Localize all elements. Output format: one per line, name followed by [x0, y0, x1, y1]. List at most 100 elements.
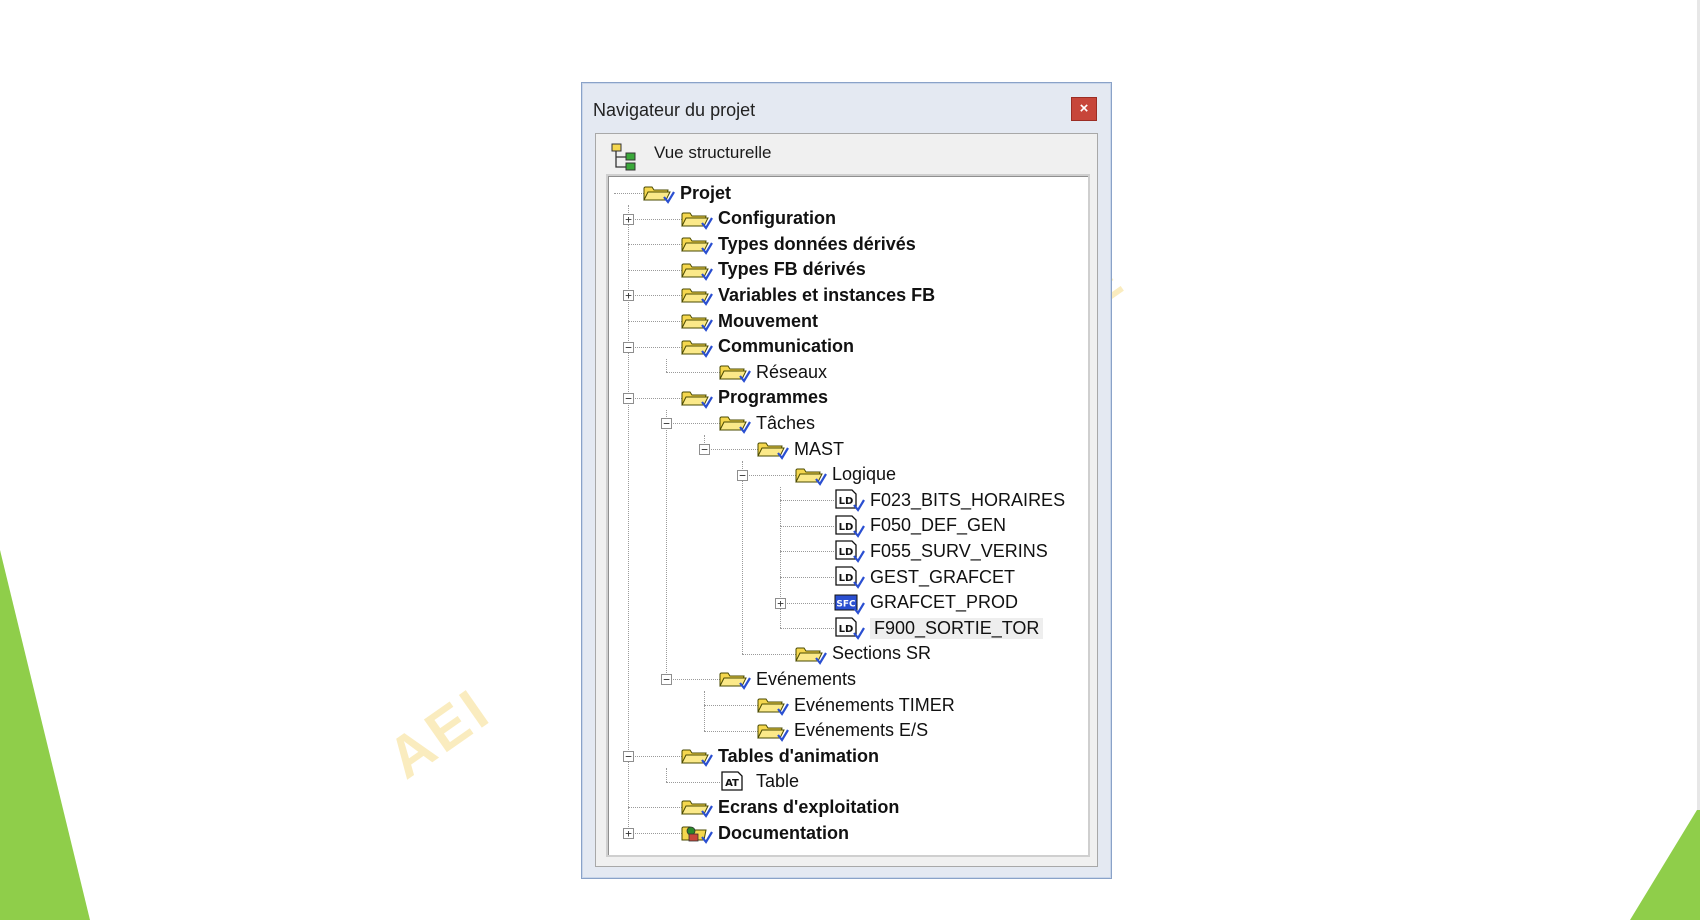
- tree-node-variables-instances-fb[interactable]: Variables et instances FB: [680, 283, 935, 307]
- tree-node-projet[interactable]: Projet: [642, 181, 731, 205]
- tree-node-ecrans-exploitation[interactable]: Ecrans d'exploitation: [680, 795, 899, 819]
- sfc-icon: SFC: [832, 591, 866, 615]
- decorative-green-triangle-left: [0, 550, 90, 920]
- tree-node-documentation[interactable]: Documentation: [680, 821, 849, 845]
- tree-node-mast[interactable]: MAST: [756, 437, 844, 461]
- tree-node-label: Evénements: [756, 668, 857, 689]
- tree-connector-line: [780, 500, 781, 526]
- tree-connector-line: [666, 423, 667, 680]
- expand-icon[interactable]: +: [623, 828, 634, 839]
- tree-node-label: Projet: [680, 182, 732, 203]
- tree-node-label: Documentation: [718, 822, 850, 843]
- tree-node-label: F023_BITS_HORAIRES: [870, 489, 1066, 510]
- tree-node-label: F050_DEF_GEN: [870, 515, 1007, 536]
- window-title: Navigateur du projet: [593, 100, 756, 120]
- collapse-icon[interactable]: −: [623, 341, 634, 353]
- close-icon: ×: [1079, 100, 1089, 117]
- collapse-icon[interactable]: −: [699, 444, 710, 455]
- decorative-green-triangle-right: [1630, 805, 1700, 920]
- tree-node-reseaux[interactable]: Réseaux: [718, 360, 827, 384]
- tree-node-programmes[interactable]: Programmes: [680, 386, 828, 410]
- ld-icon: LD: [832, 565, 866, 589]
- tree-node-mouvement[interactable]: Mouvement: [680, 309, 818, 333]
- tree-node-gest-grafcet[interactable]: LD GEST_GRAFCET: [832, 565, 1015, 589]
- tree-connector-line: [666, 781, 720, 783]
- folder-icon: [680, 207, 714, 231]
- tree-node-label: Types données dérivés: [718, 233, 916, 254]
- tree-connector-line: [628, 244, 629, 270]
- tree-connector-line: [628, 397, 629, 757]
- tree-connector-line: [666, 372, 720, 374]
- tree-node-label: Types FB dérivés: [718, 259, 866, 280]
- structural-view-header[interactable]: Vue structurelle: [596, 134, 1097, 171]
- tree-connector-line: [704, 730, 758, 732]
- tree-node-label: Programmes: [718, 387, 829, 408]
- tree-node-types-donnees-derives[interactable]: Types données dérivés: [680, 232, 916, 256]
- tree-connector-line: [628, 244, 682, 246]
- tree-node-evenements-timer[interactable]: Evénements TIMER: [756, 693, 955, 717]
- tree-node-label: Tables d'animation: [718, 745, 879, 766]
- tree-node-taches[interactable]: Tâches: [718, 411, 815, 435]
- collapse-icon[interactable]: −: [737, 469, 748, 481]
- expand-icon[interactable]: +: [623, 213, 634, 225]
- folder-icon: [680, 744, 714, 768]
- tree-node-evenements-es[interactable]: Evénements E/S: [756, 719, 928, 743]
- svg-text:LD: LD: [839, 547, 854, 558]
- tree-node-f055-surv-verins[interactable]: LD F055_SURV_VERINS: [832, 539, 1048, 564]
- tree-connector-line: [780, 525, 834, 527]
- tree-node-communication[interactable]: Communication: [680, 335, 854, 359]
- tree-connector-line: [628, 269, 682, 271]
- tree-connector-line: [628, 295, 682, 297]
- tree-node-f050-def-gen[interactable]: LD F050_DEF_GEN: [832, 514, 1006, 538]
- svg-text:LD: LD: [839, 624, 854, 635]
- tree-node-tables-animation[interactable]: Tables d'animation: [680, 744, 879, 768]
- tree-node-f023-bits-horaires[interactable]: LD F023_BITS_HORAIRES: [832, 488, 1066, 513]
- tree-connector-line: [614, 193, 644, 194]
- collapse-icon[interactable]: −: [623, 392, 634, 404]
- tree-connector-line: [666, 679, 720, 681]
- tree-connector-line: [628, 807, 682, 809]
- tree-node-configuration[interactable]: Configuration: [680, 207, 836, 231]
- folder-icon: [642, 181, 676, 205]
- collapse-icon[interactable]: −: [661, 418, 672, 430]
- window-titlebar[interactable]: Navigateur du projet ×: [582, 83, 1111, 123]
- tree-node-types-fb-derives[interactable]: Types FB dérivés: [680, 258, 866, 282]
- tree-connector-line: [780, 628, 834, 630]
- tree-node-evenements[interactable]: Evénements: [718, 667, 856, 691]
- tree-node-label: Communication: [718, 336, 855, 357]
- folder-icon: [680, 283, 714, 307]
- tree-node-f900-sortie-tor[interactable]: LD F900_SORTIE_TOR: [832, 616, 1044, 641]
- close-button[interactable]: ×: [1071, 97, 1097, 121]
- tree-node-grafcet-prod[interactable]: SFC GRAFCET_PROD: [832, 591, 1018, 615]
- tree-node-label: F900_SORTIE_TOR: [870, 617, 1044, 639]
- tree-node-logique[interactable]: Logique: [794, 463, 896, 487]
- tree-connector-line: [704, 691, 705, 705]
- tree-connector-line: [628, 833, 682, 834]
- expand-icon[interactable]: +: [775, 597, 786, 609]
- tree-connector-line: [780, 551, 834, 553]
- tree-connector-line: [704, 705, 705, 731]
- tree-node-label: Logique: [832, 464, 897, 485]
- tree-connector-line: [666, 423, 720, 425]
- doc-icon: [680, 821, 714, 845]
- svg-text:LD: LD: [839, 522, 854, 533]
- watermark-text-left: AEI: [376, 675, 503, 792]
- at-icon: AT: [718, 770, 752, 794]
- tree-node-label: MAST: [794, 438, 845, 459]
- tree-node-label: Evénements E/S: [794, 720, 929, 741]
- folder-icon: [718, 667, 752, 691]
- tree-content: Projet Configuration + Types données dérivé…: [608, 176, 1088, 855]
- tree-node-sections-sr[interactable]: Sections SR: [794, 642, 931, 666]
- tree-node-label: Configuration: [718, 208, 836, 229]
- tree-connector-line: [628, 218, 682, 220]
- folder-icon: [680, 795, 714, 819]
- collapse-icon[interactable]: −: [623, 751, 634, 763]
- tree-node-label: GEST_GRAFCET: [870, 566, 1016, 587]
- collapse-icon[interactable]: −: [661, 674, 672, 686]
- tree-connector-line: [742, 474, 743, 654]
- tree-connector-line: [628, 346, 629, 398]
- tree-node-table[interactable]: AT Table: [718, 770, 799, 794]
- folder-icon: [680, 232, 714, 256]
- tree-node-label: GRAFCET_PROD: [870, 592, 1019, 613]
- expand-icon[interactable]: +: [623, 290, 634, 302]
